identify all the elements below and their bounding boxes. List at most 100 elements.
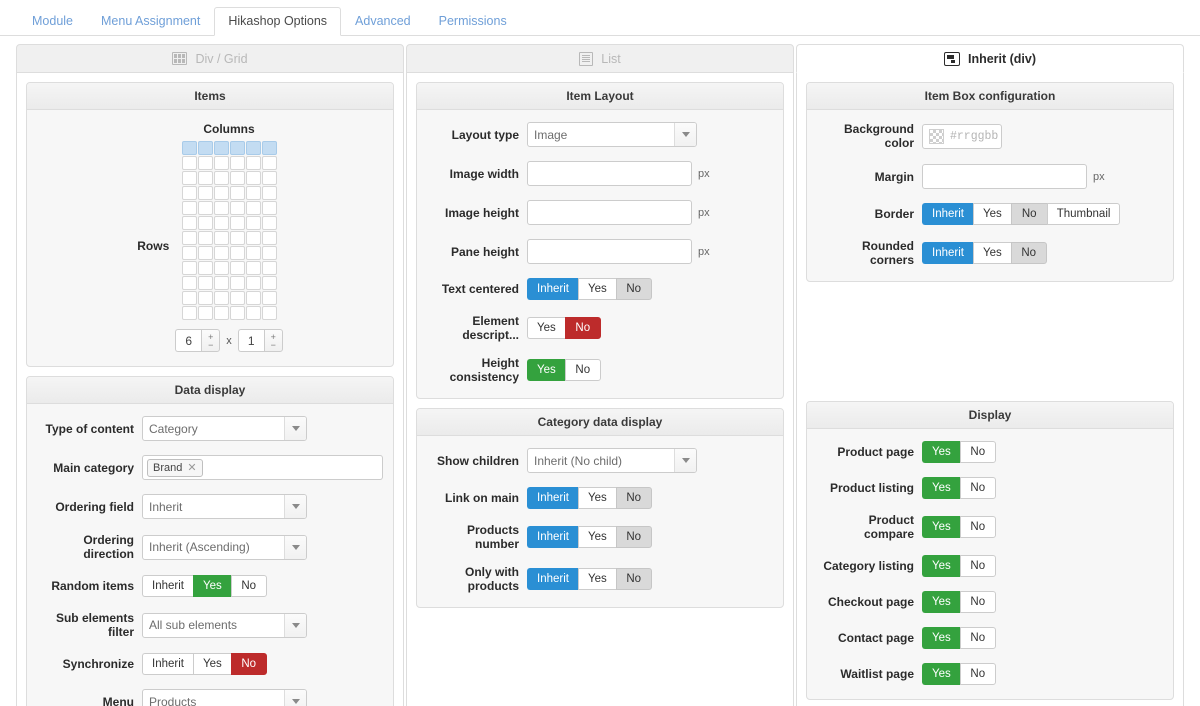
rows-decrement-icon[interactable]: −: [271, 340, 276, 349]
border-option-thumbnail[interactable]: Thumbnail: [1046, 203, 1121, 225]
grid-cell[interactable]: [197, 231, 213, 245]
display-row-toggle[interactable]: Yes No: [922, 477, 996, 499]
grid-cell[interactable]: [197, 216, 213, 230]
grid-cell[interactable]: [181, 171, 197, 185]
grid-cell[interactable]: [181, 246, 197, 260]
grid-cell[interactable]: [197, 261, 213, 275]
margin-input[interactable]: [922, 164, 1087, 189]
grid-cell[interactable]: [213, 141, 229, 155]
link-on-main-toggle[interactable]: Inherit Yes No: [527, 487, 652, 509]
remove-tag-icon[interactable]: ✕: [187, 461, 196, 475]
products-number-option-inherit[interactable]: Inherit: [527, 526, 578, 548]
columns-stepper-buttons[interactable]: + −: [201, 329, 221, 352]
chevron-down-icon[interactable]: [284, 613, 306, 637]
main-category-tag[interactable]: Brand ✕: [147, 458, 203, 477]
grid-cell[interactable]: [261, 261, 277, 275]
grid-cell[interactable]: [229, 156, 245, 170]
text-centered-toggle[interactable]: Inherit Yes No: [527, 278, 652, 300]
chevron-down-icon[interactable]: [674, 123, 696, 146]
grid-cell[interactable]: [197, 156, 213, 170]
link-on-main-option-no[interactable]: No: [615, 487, 652, 509]
border-option-no[interactable]: No: [1010, 203, 1047, 225]
only-with-products-option-inherit[interactable]: Inherit: [527, 568, 578, 590]
grid-cell[interactable]: [229, 276, 245, 290]
grid-cell[interactable]: [245, 141, 261, 155]
height-consistency-option-yes[interactable]: Yes: [527, 359, 565, 381]
tab-permissions[interactable]: Permissions: [425, 7, 521, 36]
main-category-input[interactable]: Brand ✕: [142, 455, 383, 480]
display-row-toggle[interactable]: Yes No: [922, 663, 996, 685]
grid-cell[interactable]: [197, 141, 213, 155]
grid-cell[interactable]: [229, 171, 245, 185]
grid-size-picker[interactable]: [181, 141, 277, 320]
border-option-inherit[interactable]: Inherit: [922, 203, 973, 225]
only-with-products-option-yes[interactable]: Yes: [577, 568, 616, 590]
grid-cell[interactable]: [197, 291, 213, 305]
layout-tab-list[interactable]: List: [406, 44, 794, 73]
link-on-main-option-yes[interactable]: Yes: [577, 487, 616, 509]
synchronize-toggle[interactable]: Inherit Yes No: [142, 653, 267, 675]
chevron-down-icon[interactable]: [284, 495, 306, 518]
random-items-option-inherit[interactable]: Inherit: [142, 575, 193, 597]
text-centered-option-inherit[interactable]: Inherit: [527, 278, 578, 300]
grid-cell[interactable]: [213, 216, 229, 230]
grid-cell[interactable]: [229, 141, 245, 155]
grid-cell[interactable]: [229, 231, 245, 245]
grid-cell[interactable]: [197, 201, 213, 215]
ordering-direction-select[interactable]: Inherit (Ascending): [142, 534, 307, 560]
display-row-option-yes[interactable]: Yes: [922, 477, 960, 499]
grid-cell[interactable]: [197, 246, 213, 260]
grid-cell[interactable]: [229, 291, 245, 305]
layout-tab-div-grid[interactable]: Div / Grid: [16, 44, 404, 73]
menu-select[interactable]: Products: [142, 689, 307, 706]
chevron-down-icon[interactable]: [674, 449, 696, 472]
image-width-input[interactable]: [527, 161, 692, 186]
layout-type-select[interactable]: Image: [527, 122, 697, 147]
pane-height-input[interactable]: [527, 239, 692, 264]
sub-elements-filter-select[interactable]: All sub elements: [142, 612, 307, 638]
text-centered-option-no[interactable]: No: [615, 278, 652, 300]
grid-cell[interactable]: [213, 306, 229, 320]
show-children-select[interactable]: Inherit (No child): [527, 448, 697, 473]
display-row-option-yes[interactable]: Yes: [922, 663, 960, 685]
grid-cell[interactable]: [245, 231, 261, 245]
grid-cell[interactable]: [245, 246, 261, 260]
grid-cell[interactable]: [261, 291, 277, 305]
grid-cell[interactable]: [245, 156, 261, 170]
checker-swatch-icon[interactable]: [929, 128, 944, 144]
grid-cell[interactable]: [181, 141, 197, 155]
tab-menu-assignment[interactable]: Menu Assignment: [87, 7, 214, 36]
grid-cell[interactable]: [213, 276, 229, 290]
grid-cell[interactable]: [245, 291, 261, 305]
grid-cell[interactable]: [181, 156, 197, 170]
display-row-option-no[interactable]: No: [959, 441, 996, 463]
grid-cell[interactable]: [213, 201, 229, 215]
display-row-toggle[interactable]: Yes No: [922, 627, 996, 649]
grid-cell[interactable]: [213, 261, 229, 275]
link-on-main-option-inherit[interactable]: Inherit: [527, 487, 578, 509]
only-with-products-option-no[interactable]: No: [615, 568, 652, 590]
only-with-products-toggle[interactable]: Inherit Yes No: [527, 568, 652, 590]
synchronize-option-no[interactable]: No: [230, 653, 267, 675]
display-row-option-no[interactable]: No: [959, 663, 996, 685]
grid-cell[interactable]: [197, 171, 213, 185]
grid-cell[interactable]: [245, 186, 261, 200]
display-row-toggle[interactable]: Yes No: [922, 516, 996, 538]
grid-cell[interactable]: [261, 231, 277, 245]
image-height-input[interactable]: [527, 200, 692, 225]
grid-cell[interactable]: [181, 306, 197, 320]
display-row-option-yes[interactable]: Yes: [922, 441, 960, 463]
height-consistency-toggle[interactable]: Yes No: [527, 359, 601, 381]
grid-cell[interactable]: [181, 216, 197, 230]
rows-stepper-buttons[interactable]: + −: [263, 329, 283, 352]
tab-hikashop-options[interactable]: Hikashop Options: [214, 7, 342, 36]
display-row-toggle[interactable]: Yes No: [922, 555, 996, 577]
chevron-down-icon[interactable]: [284, 535, 306, 559]
display-row-option-yes[interactable]: Yes: [922, 627, 960, 649]
rounded-corners-toggle[interactable]: Inherit Yes No: [922, 242, 1047, 264]
synchronize-option-inherit[interactable]: Inherit: [142, 653, 193, 675]
height-consistency-option-no[interactable]: No: [564, 359, 601, 381]
rounded-corners-option-yes[interactable]: Yes: [972, 242, 1011, 264]
grid-cell[interactable]: [197, 306, 213, 320]
grid-cell[interactable]: [229, 201, 245, 215]
